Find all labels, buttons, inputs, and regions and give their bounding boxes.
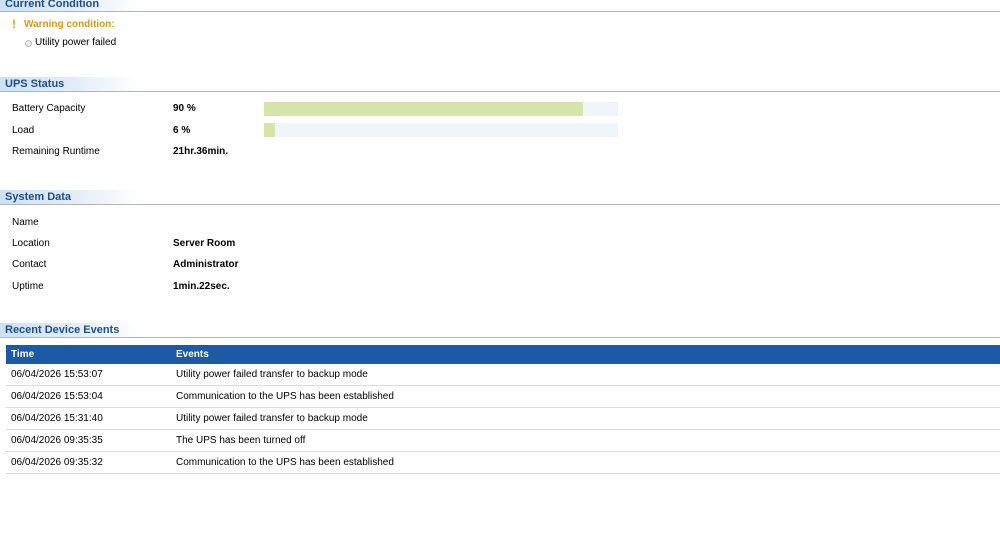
events-table: Time Events 06/04/2026 15:53:07 Utility … bbox=[6, 345, 1000, 474]
event-time: 06/04/2026 15:31:40 bbox=[6, 407, 171, 430]
battery-capacity-bar bbox=[264, 102, 618, 116]
warning-item: Utility power failed bbox=[35, 37, 117, 48]
event-time: 06/04/2026 09:35:32 bbox=[6, 451, 171, 474]
table-row: 06/04/2026 15:53:04 Communication to the… bbox=[6, 385, 1000, 408]
events-column-header: Events bbox=[171, 345, 1000, 364]
current-condition-header: Current Condition bbox=[0, 0, 1000, 12]
system-data-header: System Data bbox=[0, 190, 1000, 205]
load-bar bbox=[264, 123, 618, 137]
load-value: 6 % bbox=[173, 125, 191, 136]
section-title: Current Condition bbox=[5, 0, 100, 10]
load-label: Load bbox=[12, 125, 35, 136]
table-row: 06/04/2026 15:31:40 Utility power failed… bbox=[6, 407, 1000, 430]
event-time: 06/04/2026 15:53:07 bbox=[6, 364, 171, 386]
table-row: 06/04/2026 09:35:32 Communication to the… bbox=[6, 451, 1000, 474]
location-value: Server Room bbox=[173, 238, 236, 249]
event-description: Communication to the UPS has been establ… bbox=[171, 451, 1000, 474]
event-time: 06/04/2026 09:35:35 bbox=[6, 429, 171, 452]
ups-status-header: UPS Status bbox=[0, 77, 1000, 92]
exclamation-icon: ! bbox=[12, 17, 16, 31]
uptime-label: Uptime bbox=[12, 281, 44, 292]
remaining-runtime-label: Remaining Runtime bbox=[12, 146, 100, 157]
section-title: System Data bbox=[5, 191, 72, 203]
contact-label: Contact bbox=[12, 259, 47, 270]
events-table-header-row: Time Events bbox=[6, 345, 1000, 364]
bullet-icon bbox=[25, 40, 32, 47]
event-description: The UPS has been turned off bbox=[171, 429, 1000, 452]
table-row: 06/04/2026 15:53:07 Utility power failed… bbox=[6, 364, 1000, 386]
remaining-runtime-value: 21hr.36min. bbox=[173, 146, 229, 157]
event-description: Utility power failed transfer to backup … bbox=[171, 407, 1000, 430]
section-title: Recent Device Events bbox=[5, 324, 120, 336]
battery-capacity-bar-fill bbox=[264, 102, 583, 116]
battery-capacity-value: 90 % bbox=[173, 103, 196, 114]
event-description: Communication to the UPS has been establ… bbox=[171, 385, 1000, 408]
battery-capacity-label: Battery Capacity bbox=[12, 103, 86, 114]
name-label: Name bbox=[12, 217, 39, 228]
load-bar-fill bbox=[264, 123, 275, 137]
location-label: Location bbox=[12, 238, 50, 249]
table-row: 06/04/2026 09:35:35 The UPS has been tur… bbox=[6, 429, 1000, 452]
time-column-header: Time bbox=[6, 345, 171, 364]
contact-value: Administrator bbox=[173, 259, 239, 270]
recent-events-header: Recent Device Events bbox=[0, 323, 1000, 338]
section-title: UPS Status bbox=[5, 78, 65, 90]
uptime-value: 1min.22sec. bbox=[173, 281, 230, 292]
event-time: 06/04/2026 15:53:04 bbox=[6, 385, 171, 408]
warning-title: Warning condition: bbox=[24, 19, 115, 30]
event-description: Utility power failed transfer to backup … bbox=[171, 364, 1000, 386]
